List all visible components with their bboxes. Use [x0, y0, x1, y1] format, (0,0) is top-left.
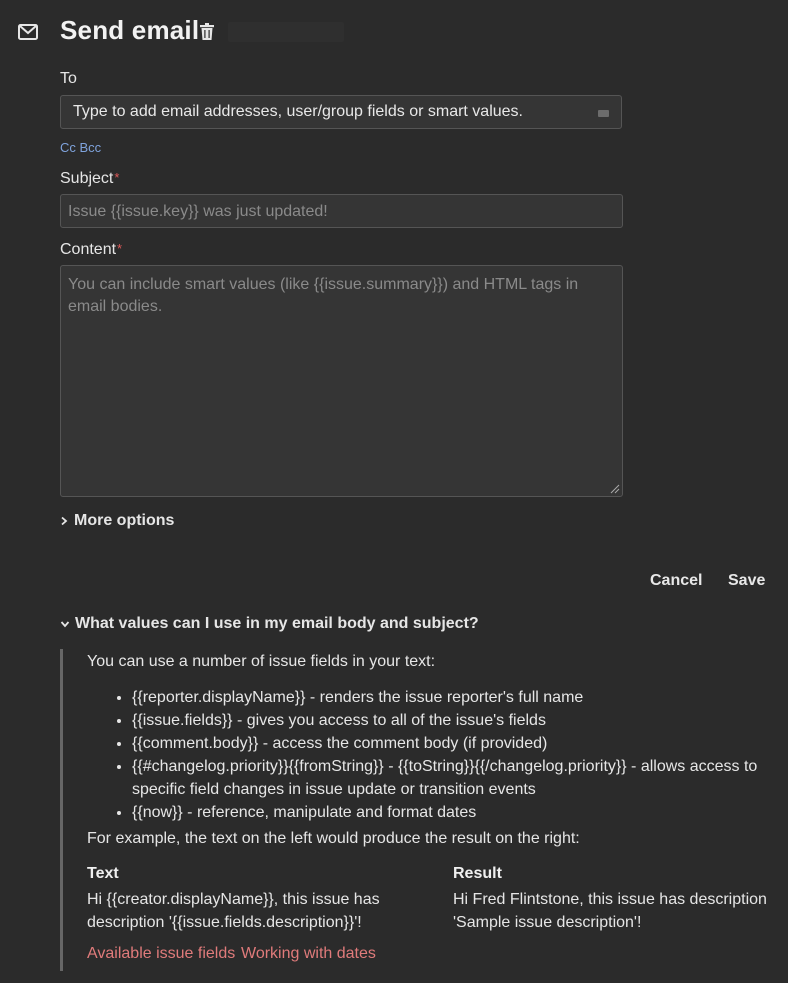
address-card-icon[interactable]	[598, 110, 609, 117]
list-item: {{comment.body}} - access the comment bo…	[132, 732, 788, 755]
list-item: {{issue.fields}} - gives you access to a…	[132, 709, 788, 732]
result-heading: Result	[453, 865, 502, 882]
to-label: To	[60, 70, 77, 87]
content-textarea[interactable]: You can include smart values (like {{iss…	[60, 265, 623, 497]
content-placeholder: You can include smart values (like {{iss…	[68, 276, 579, 315]
chevron-down-icon	[60, 621, 70, 628]
content-label-text: Content	[60, 241, 117, 258]
mail-icon	[18, 24, 38, 40]
trash-icon[interactable]	[200, 23, 214, 40]
more-options-toggle[interactable]: More options	[60, 512, 174, 530]
help-intro: You can use a number of issue fields in …	[87, 653, 436, 670]
to-placeholder: Type to add email addresses, user/group …	[73, 103, 523, 120]
help-toggle-label: What values can I use in my email body a…	[75, 615, 479, 632]
subject-label-text: Subject	[60, 170, 114, 187]
resize-handle-icon[interactable]	[610, 484, 620, 494]
cancel-button[interactable]: Cancel	[650, 572, 702, 590]
text-heading: Text	[87, 865, 119, 882]
example-intro: For example, the text on the left would …	[87, 830, 580, 847]
list-item: {{reporter.displayName}} - renders the i…	[132, 686, 788, 709]
chevron-right-icon	[61, 516, 68, 526]
title-edit-area[interactable]	[228, 22, 344, 42]
required-mark: *	[114, 170, 120, 185]
to-input[interactable]: Type to add email addresses, user/group …	[60, 95, 622, 129]
subject-label: Subject*	[60, 170, 119, 188]
subject-placeholder: Issue {{issue.key}} was just updated!	[68, 203, 328, 220]
list-item: {{#changelog.priority}}{{fromString}} - …	[132, 755, 788, 801]
list-item: {{now}} - reference, manipulate and form…	[132, 801, 788, 824]
smart-value-list: {{reporter.displayName}} - renders the i…	[87, 686, 788, 824]
help-toggle[interactable]: What values can I use in my email body a…	[60, 615, 479, 633]
content-label: Content*	[60, 241, 122, 259]
more-options-label: More options	[74, 512, 175, 529]
subject-input[interactable]: Issue {{issue.key}} was just updated!	[60, 194, 623, 228]
working-with-dates-link[interactable]: Working with dates	[241, 945, 376, 963]
text-example: Hi {{creator.displayName}}, this issue h…	[87, 891, 380, 931]
result-example: Hi Fred Flintstone, this issue has descr…	[453, 891, 767, 931]
available-issue-fields-link[interactable]: Available issue fields	[87, 945, 235, 963]
required-mark: *	[117, 241, 123, 256]
page-title: Send email	[60, 15, 200, 45]
cc-bcc-link[interactable]: Cc Bcc	[60, 140, 101, 155]
save-button[interactable]: Save	[728, 572, 765, 590]
